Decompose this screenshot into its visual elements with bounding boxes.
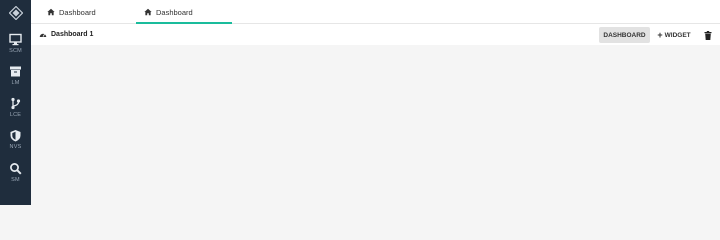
tab-dashboard-active[interactable]: Dashboard: [136, 0, 232, 24]
search-icon: [10, 163, 22, 175]
dashboard-title-text: Dashboard 1: [51, 31, 94, 38]
sidebar-item-label: SCM: [9, 48, 22, 54]
sidebar-item-label: LM: [11, 80, 20, 86]
dashboard-title: Dashboard 1: [39, 24, 93, 45]
sidebar-item-lce[interactable]: LCE: [0, 95, 31, 125]
tab-bar: Dashboard Dashboard: [31, 0, 720, 24]
add-widget-label: WIDGET: [664, 31, 691, 39]
gauge-icon: [39, 33, 47, 37]
sidebar-item-label: LCE: [9, 112, 22, 118]
dashboard-toolbar: Dashboard 1 DASHBOARD + WIDGET: [31, 24, 720, 45]
sidebar: SCM LM LCE NVS SM: [0, 0, 31, 205]
archive-icon: [10, 66, 21, 77]
home-icon: [47, 8, 55, 16]
sidebar-item-lm[interactable]: LM: [0, 63, 31, 93]
monitor-icon: [9, 33, 22, 46]
sidebar-item-scm[interactable]: SCM: [0, 31, 31, 61]
dashboard-button-label: DASHBOARD: [603, 31, 646, 39]
sidebar-item-label: SM: [11, 177, 20, 183]
home-icon: [144, 8, 152, 16]
dashboard-button[interactable]: DASHBOARD: [599, 27, 650, 43]
dashboard-canvas: [31, 45, 720, 205]
tab-label: Dashboard: [59, 7, 96, 17]
shield-icon: [10, 130, 21, 142]
branch-icon: [11, 97, 21, 110]
sidebar-item-sm[interactable]: SM: [0, 160, 31, 190]
tab-label: Dashboard: [156, 7, 193, 17]
sidebar-item-label: NVS: [9, 144, 22, 150]
trash-icon: [704, 30, 712, 40]
delete-button[interactable]: [701, 28, 715, 42]
add-widget-button[interactable]: + WIDGET: [654, 27, 694, 43]
app-window: SCM LM LCE NVS SM Dashboard Dashboard Da…: [0, 0, 720, 205]
logo-icon[interactable]: [0, 0, 31, 25]
plus-icon: +: [657, 29, 663, 40]
tab-dashboard[interactable]: Dashboard: [47, 0, 137, 24]
sidebar-item-nvs[interactable]: NVS: [0, 127, 31, 157]
